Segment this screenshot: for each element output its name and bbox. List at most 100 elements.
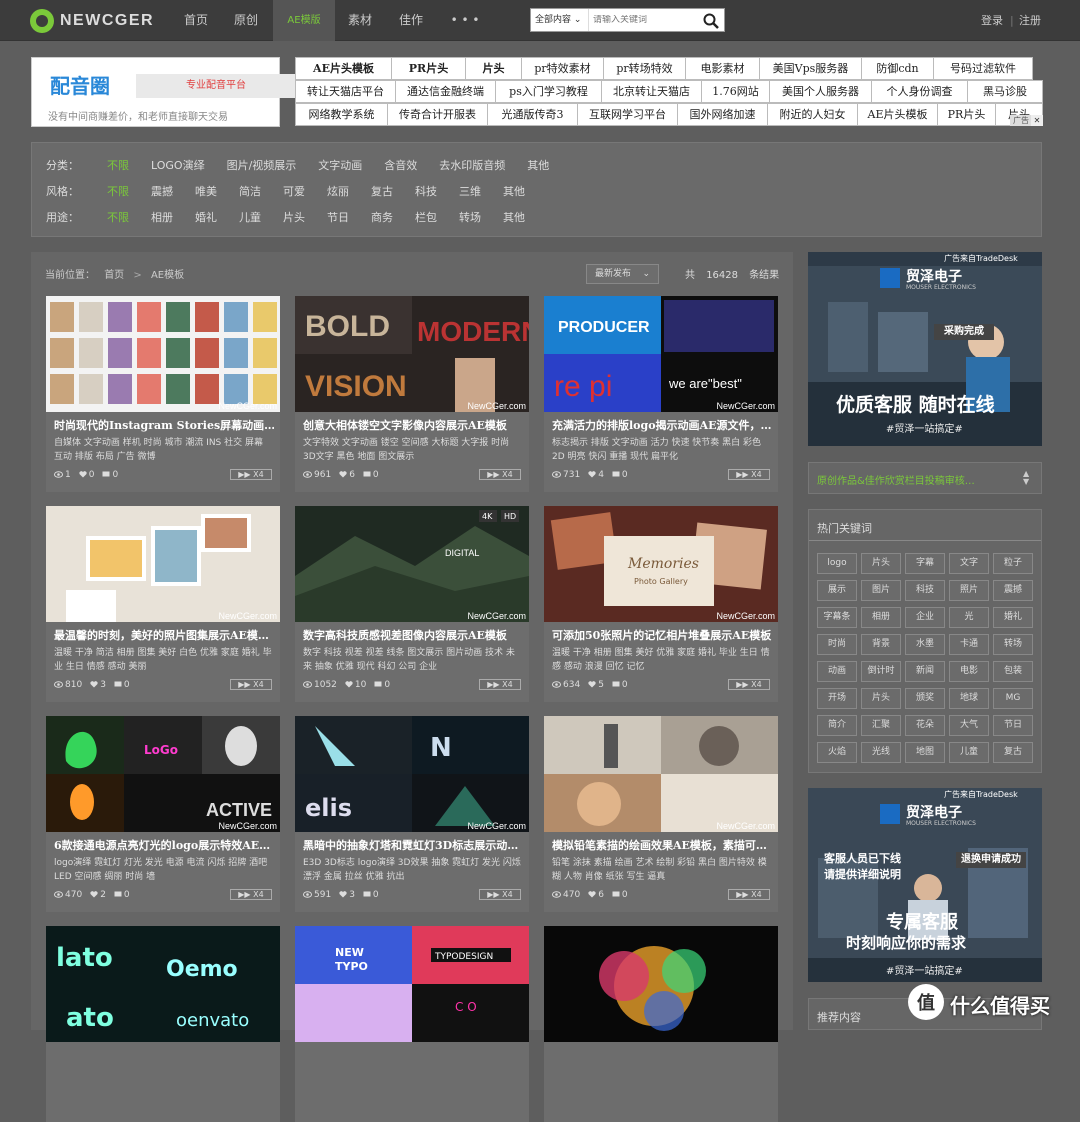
search-icon[interactable]	[702, 12, 720, 30]
filter-option[interactable]: 含音效	[384, 157, 417, 173]
keyword-tag[interactable]: 火焰	[817, 742, 857, 763]
keyword-tag[interactable]: 包装	[993, 661, 1033, 682]
filter-option[interactable]: 炫丽	[327, 183, 349, 199]
keyword-tag[interactable]: 新闻	[905, 661, 945, 682]
side-ad-banner-1[interactable]: 广告来自TradeDesk 贸泽电子 MOUSER ELECTRONICS 采购…	[808, 252, 1042, 446]
card-thumbnail[interactable]: BOLD MODERN VISION NewCGer.com	[295, 296, 529, 412]
card-title[interactable]: 创意大相体镂空文字影像内容展示AE模板	[303, 417, 523, 433]
keyword-tag[interactable]: MG	[993, 688, 1033, 709]
card-thumbnail[interactable]: NewCGer.com	[46, 506, 280, 622]
card-title[interactable]: 最温馨的时刻，美好的照片图集展示AE模…	[54, 627, 274, 643]
filter-option[interactable]: 唯美	[195, 183, 217, 199]
nav-materials[interactable]: 素材	[336, 0, 384, 41]
ad-link[interactable]: pr特效素材	[521, 57, 603, 80]
keyword-tag[interactable]: 文字	[949, 553, 989, 574]
search-scope-select[interactable]: 全部内容 ⌄	[531, 9, 589, 31]
keyword-tag[interactable]: 简介	[817, 715, 857, 736]
nav-home[interactable]: 首页	[172, 0, 220, 41]
card-title[interactable]: 6款接通电源点亮灯光的logo展示特效AE…	[54, 837, 274, 853]
keyword-tag[interactable]: 光线	[861, 742, 901, 763]
keyword-tag[interactable]: 地图	[905, 742, 945, 763]
filter-option[interactable]: 其他	[503, 209, 525, 225]
keyword-tag[interactable]: 水墨	[905, 634, 945, 655]
ad-link[interactable]: PR片头	[391, 57, 465, 80]
template-card[interactable]: NewCGer.com 最温馨的时刻，美好的照片图集展示AE模… 温暖 干净 简洁…	[46, 506, 280, 702]
filter-option[interactable]: 简洁	[239, 183, 261, 199]
register-link[interactable]: 注册	[1019, 0, 1041, 41]
keyword-tag[interactable]: 地球	[949, 688, 989, 709]
keyword-tag[interactable]: 图片	[861, 580, 901, 601]
filter-option[interactable]: 震撼	[151, 183, 173, 199]
ad-link[interactable]: 美国个人服务器	[769, 80, 871, 103]
keyword-tag[interactable]: 儿童	[949, 742, 989, 763]
filter-option[interactable]: 节日	[327, 209, 349, 225]
preview-play-button[interactable]: ▶▶ X4	[728, 889, 770, 900]
close-icon[interactable]: ✕	[1031, 115, 1043, 126]
filter-option[interactable]: 商务	[371, 209, 393, 225]
card-thumbnail[interactable]: NEW TYPO TYPODESIGN C O	[295, 926, 529, 1042]
card-thumbnail[interactable]: LoGo ACTIVE NewCGer.com	[46, 716, 280, 832]
ad-link[interactable]: 美国Vps服务器	[759, 57, 861, 80]
template-card[interactable]: LoGo ACTIVE NewCGer.com 6款接通电源点亮灯光的logo展示特效…	[46, 716, 280, 912]
ad-link[interactable]: 北京转让天猫店	[601, 80, 701, 103]
keyword-tag[interactable]: 婚礼	[993, 607, 1033, 628]
filter-option[interactable]: 科技	[415, 183, 437, 199]
filter-option[interactable]: 相册	[151, 209, 173, 225]
keyword-tag[interactable]: 开场	[817, 688, 857, 709]
keyword-tag[interactable]: 时尚	[817, 634, 857, 655]
card-thumbnail[interactable]: lato Oemo ato oenvato	[46, 926, 280, 1042]
breadcrumb-home[interactable]: 首页	[104, 270, 124, 281]
keyword-tag[interactable]: 动画	[817, 661, 857, 682]
filter-option[interactable]: 转场	[459, 209, 481, 225]
preview-play-button[interactable]: ▶▶ X4	[230, 469, 272, 480]
keyword-tag[interactable]: 粒子	[993, 553, 1033, 574]
keyword-tag[interactable]: 汇聚	[861, 715, 901, 736]
card-thumbnail[interactable]: Nelis NewCGer.com	[295, 716, 529, 832]
keyword-tag[interactable]: 复古	[993, 742, 1033, 763]
template-card[interactable]: NewCGer.com 模拟铅笔素描的绘画效果AE模板，素描可… 铅笔 涂抹 素描…	[544, 716, 778, 912]
card-title[interactable]: 黑暗中的抽象灯塔和霓虹灯3D标志展示动…	[303, 837, 523, 853]
keyword-tag[interactable]: 字幕	[905, 553, 945, 574]
ad-link[interactable]: 防御cdn	[861, 57, 933, 80]
card-title[interactable]: 数字高科技质感视差图像内容展示AE模板	[303, 627, 523, 643]
filter-option[interactable]: 栏包	[415, 209, 437, 225]
keyword-tag[interactable]: 大气	[949, 715, 989, 736]
card-title[interactable]: 模拟铅笔素描的绘画效果AE模板，素描可…	[552, 837, 772, 853]
login-link[interactable]: 登录	[981, 0, 1003, 41]
ad-link[interactable]: 转让天猫店平台	[295, 80, 395, 103]
ad-link[interactable]: 网络教学系统	[295, 103, 387, 126]
ad-link[interactable]: pr转场特效	[603, 57, 685, 80]
nav-original[interactable]: 原创	[222, 0, 270, 41]
filter-option[interactable]: 去水印版音频	[439, 157, 505, 173]
side-ad-banner-2[interactable]: 广告来自TradeDesk 贸泽电子 MOUSER ELECTRONICS 客服…	[808, 788, 1042, 982]
filter-option[interactable]: 其他	[527, 157, 549, 173]
card-thumbnail[interactable]: PRODUCER re pi we are"best" NewCGer.com	[544, 296, 778, 412]
card-thumbnail[interactable]: NewCGer.com	[46, 296, 280, 412]
keyword-tag[interactable]: 电影	[949, 661, 989, 682]
search-input[interactable]	[589, 15, 699, 25]
filter-option[interactable]: 复古	[371, 183, 393, 199]
filter-option[interactable]: 文字动画	[318, 157, 362, 173]
ad-link[interactable]: 片头	[465, 57, 521, 80]
keyword-tag[interactable]: 照片	[949, 580, 989, 601]
filter-option[interactable]: 不限	[107, 209, 129, 225]
ad-link[interactable]: 电影素材	[685, 57, 759, 80]
preview-play-button[interactable]: ▶▶ X4	[230, 679, 272, 690]
preview-play-button[interactable]: ▶▶ X4	[230, 889, 272, 900]
template-card[interactable]: lato Oemo ato oenvato	[46, 926, 280, 1122]
nav-more[interactable]: • • •	[440, 0, 490, 41]
ad-link[interactable]: 传奇合计开服表	[387, 103, 487, 126]
keyword-tag[interactable]: 花朵	[905, 715, 945, 736]
preview-play-button[interactable]: ▶▶ X4	[728, 679, 770, 690]
ad-link[interactable]: AE片头模板	[857, 103, 937, 126]
ad-link[interactable]: 1.76网站	[701, 80, 769, 103]
keyword-tag[interactable]: 光	[949, 607, 989, 628]
nav-ae-templates[interactable]: AE模版	[273, 0, 335, 41]
filter-option[interactable]: 片头	[283, 209, 305, 225]
template-card[interactable]: PRODUCER re pi we are"best" NewCGer.com 充满活力…	[544, 296, 778, 492]
card-title[interactable]: 充满活力的排版logo揭示动画AE源文件，…	[552, 417, 772, 433]
keyword-tag[interactable]: 震撼	[993, 580, 1033, 601]
keyword-tag[interactable]: 企业	[905, 607, 945, 628]
filter-option[interactable]: 不限	[107, 183, 129, 199]
preview-play-button[interactable]: ▶▶ X4	[728, 469, 770, 480]
